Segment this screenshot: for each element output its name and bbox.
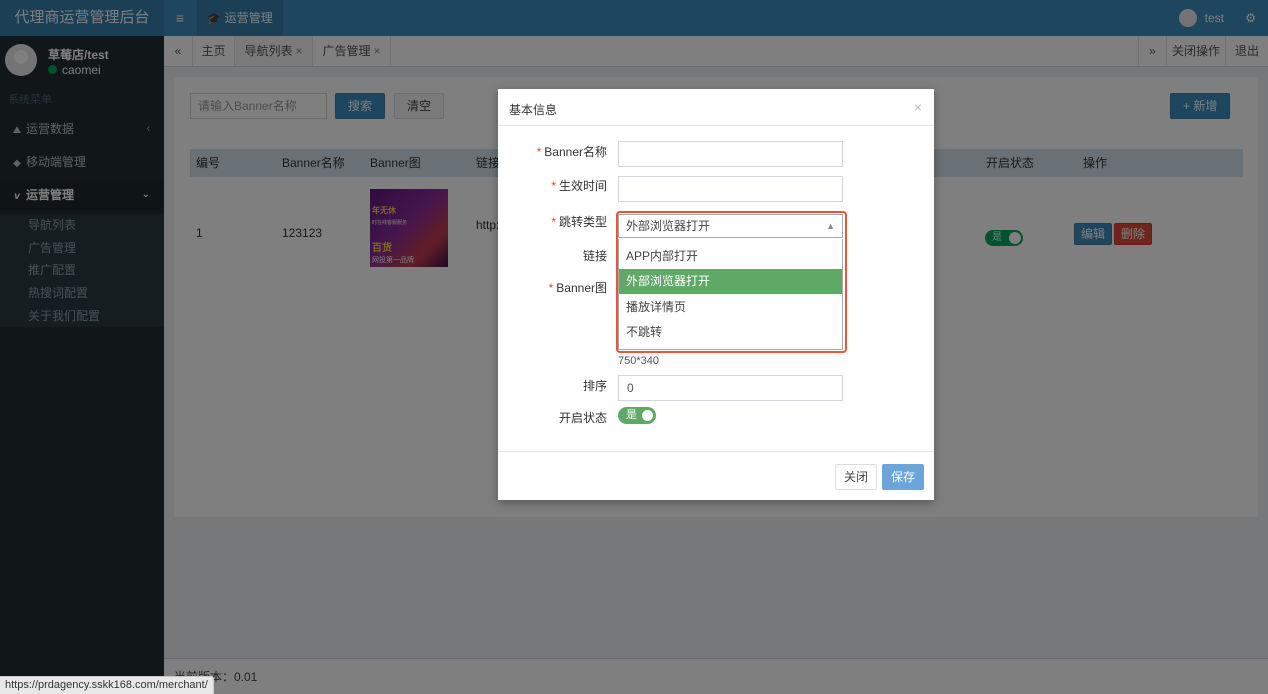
close-button[interactable]: 关闭 [835,464,878,490]
jump-type-label: * 跳转类型 [551,215,607,229]
modal-header: 基本信息 × [498,89,934,126]
highlight-annotation [616,211,847,353]
status-toggle[interactable]: 是 [618,407,656,424]
link-label: 链接 [582,249,607,263]
sort-label: 排序 [582,379,607,393]
sort-input[interactable]: 0 [618,375,843,401]
banner-image-label: * Banner图 [548,281,607,295]
modal-title: 基本信息 [509,103,558,117]
basic-info-modal: 基本信息 × * Banner名称 * 生效时间 * 跳转类型 外部浏览器打开 ▲ A… [498,89,934,500]
modal-footer: 关闭 保存 [498,451,934,500]
save-button[interactable]: 保存 [882,464,925,490]
status-label: 开启状态 [558,411,607,425]
effective-time-input[interactable] [618,176,843,202]
banner-name-input[interactable] [618,141,843,167]
image-size-hint: 750*340 [618,355,659,367]
banner-name-label: * Banner名称 [536,145,607,159]
close-icon[interactable]: × [914,99,922,115]
browser-status-url: https://prdagency.sskk168.com/merchant/ [0,676,214,694]
effective-time-label: * 生效时间 [551,179,607,193]
